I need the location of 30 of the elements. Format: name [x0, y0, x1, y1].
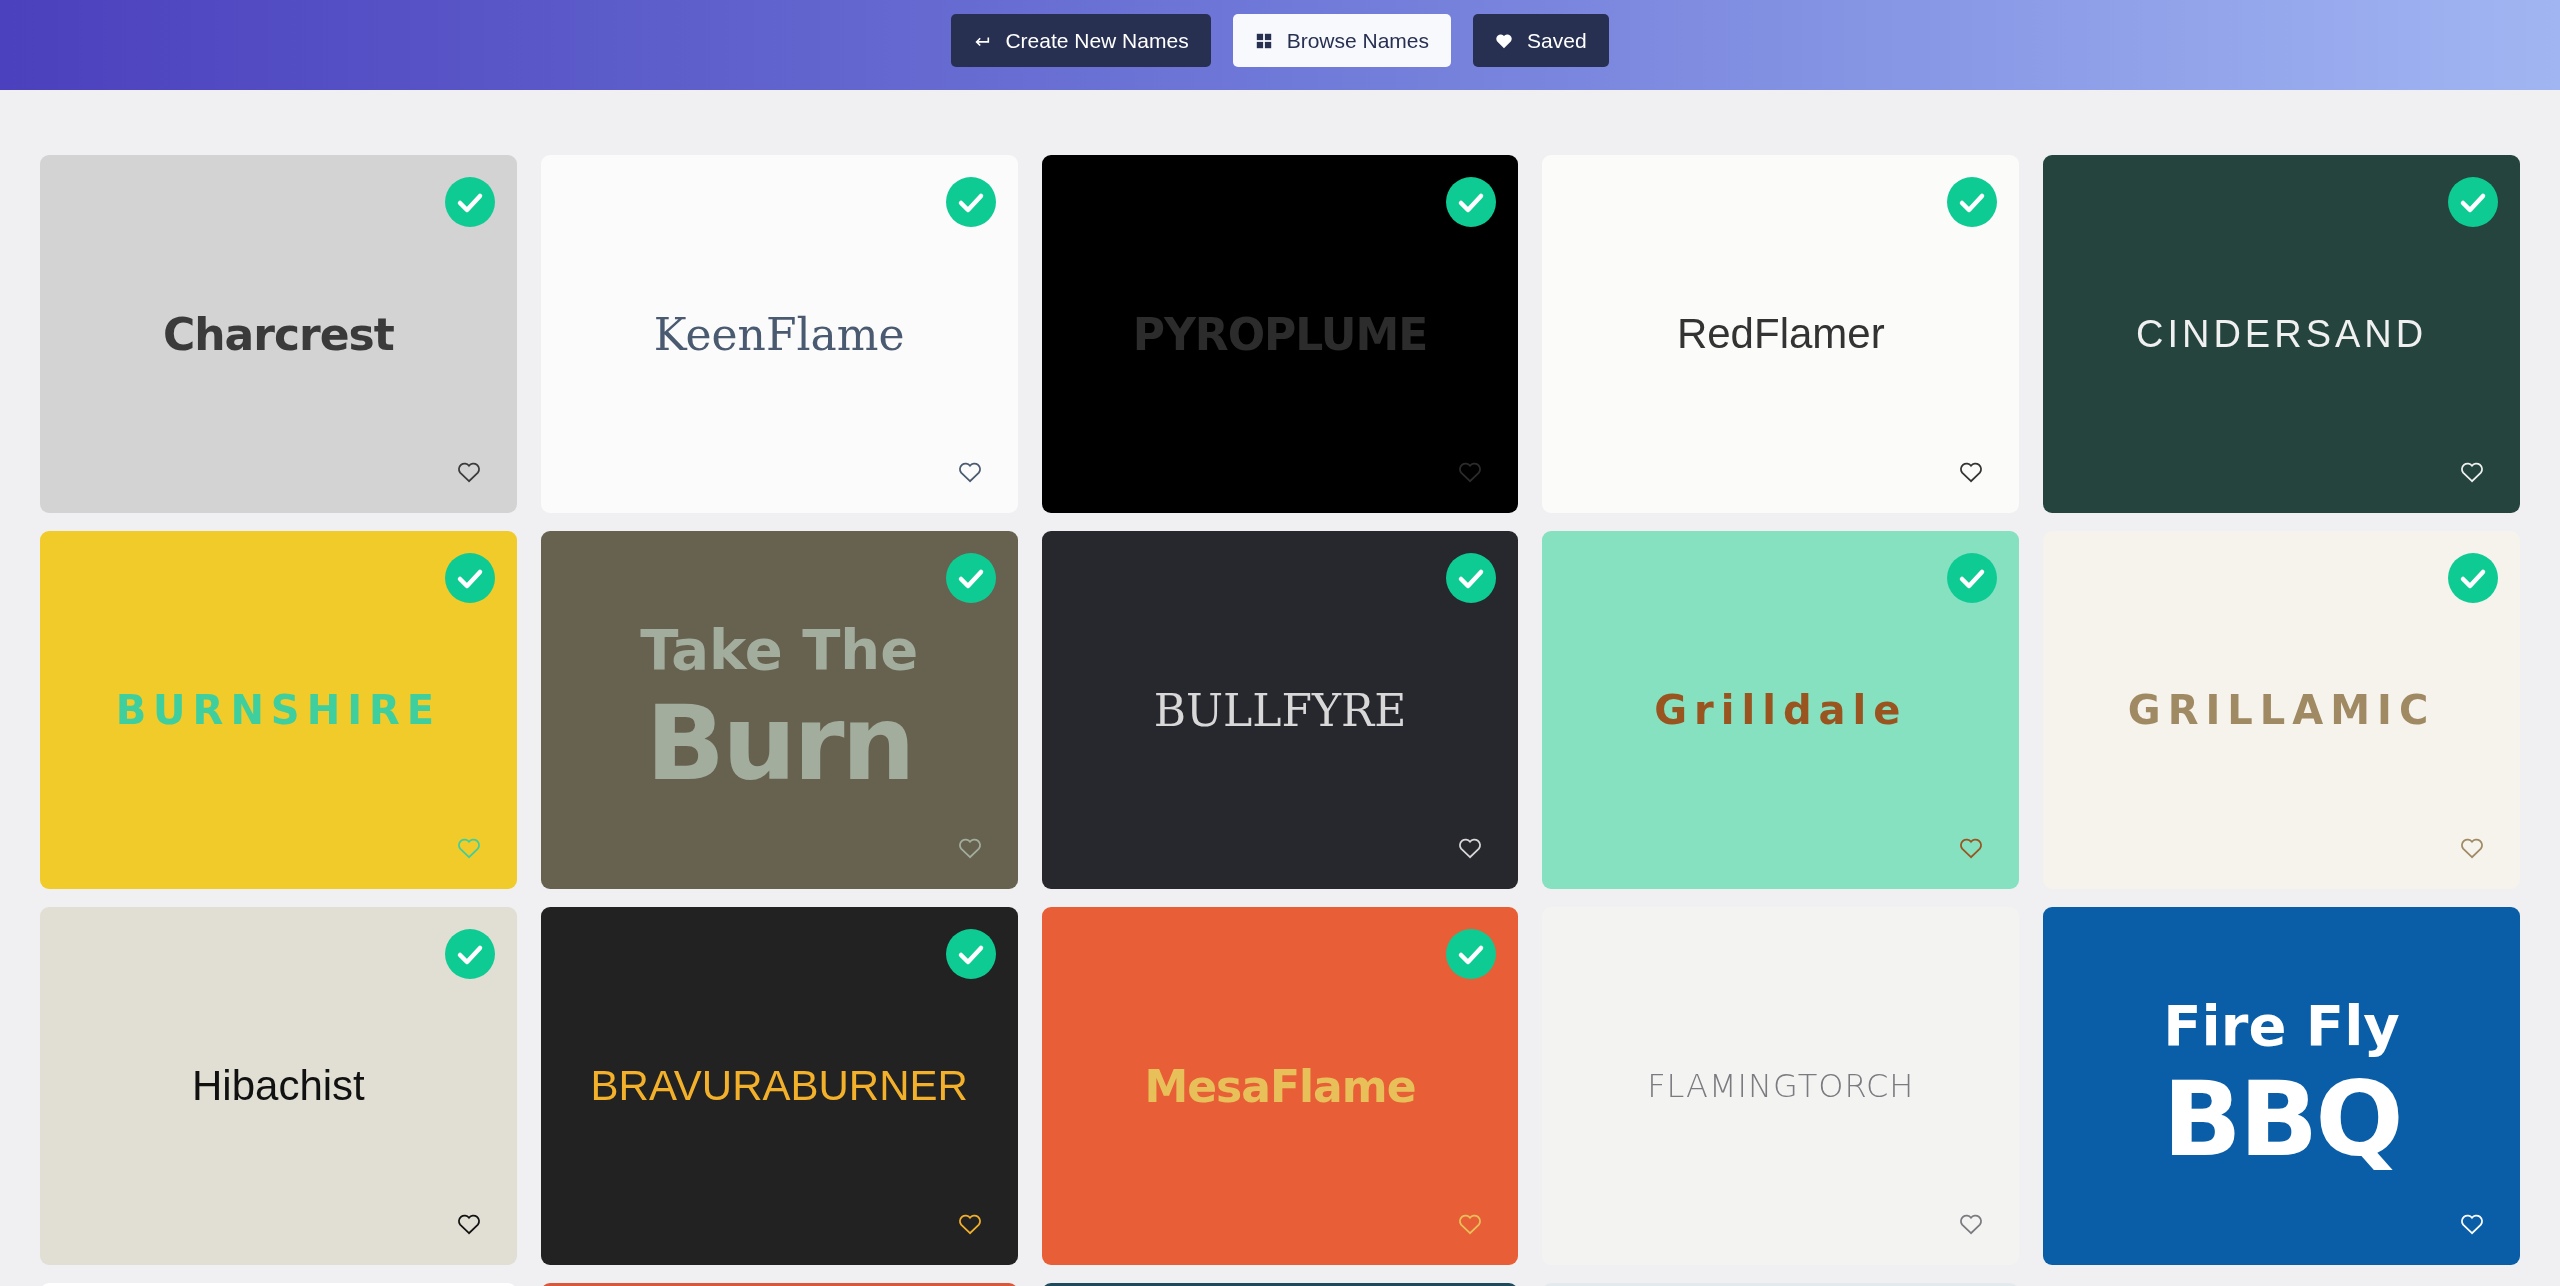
logo-text: Burn: [645, 681, 913, 804]
name-card[interactable]: CINDERSAND: [2043, 155, 2520, 513]
logo-text: Take The: [640, 616, 919, 682]
logo-text: GRILLAMIC: [2127, 687, 2436, 733]
logo-text: BURNSHIRE: [115, 687, 442, 733]
logo-text: Fire Fly: [2163, 992, 2400, 1058]
name-card[interactable]: Charcrest: [40, 155, 517, 513]
name-card[interactable]: Hibachist: [40, 907, 517, 1265]
logo-text: FLAMINGTORCH: [1647, 1067, 1915, 1105]
nav-button[interactable]: Browse Names: [1232, 14, 1452, 67]
logo-text: RedFlamer: [1676, 310, 1885, 358]
name-card[interactable]: KeenFlame: [540, 155, 1018, 513]
name-card[interactable]: BRAVURABURNER: [540, 907, 1018, 1265]
logo-text: KeenFlame: [653, 308, 905, 360]
nav-button[interactable]: Saved: [1473, 14, 1609, 67]
logo-text: Hibachist: [192, 1062, 365, 1110]
heart-icon: [1495, 31, 1514, 50]
name-card[interactable]: RedFlamer: [1542, 155, 2020, 513]
name-card[interactable]: Fire Fly BBQ: [2043, 907, 2520, 1265]
grid-icon: [1254, 31, 1273, 50]
name-card[interactable]: BULLFYRE: [1041, 531, 1519, 889]
logo-text: BULLFYRE: [1153, 684, 1407, 736]
logo-text: BRAVURABURNER: [590, 1062, 968, 1110]
logo-text: Grilldale: [1654, 687, 1908, 733]
name-card[interactable]: Grilldale: [1542, 531, 2020, 889]
logo-text: MesaFlame: [1144, 1060, 1416, 1112]
nav-button[interactable]: Create New Names: [951, 14, 1211, 67]
logo-text: BBQ: [2162, 1057, 2401, 1180]
logo-text: Charcrest: [162, 308, 394, 360]
logo-text: CINDERSAND: [2135, 312, 2428, 356]
